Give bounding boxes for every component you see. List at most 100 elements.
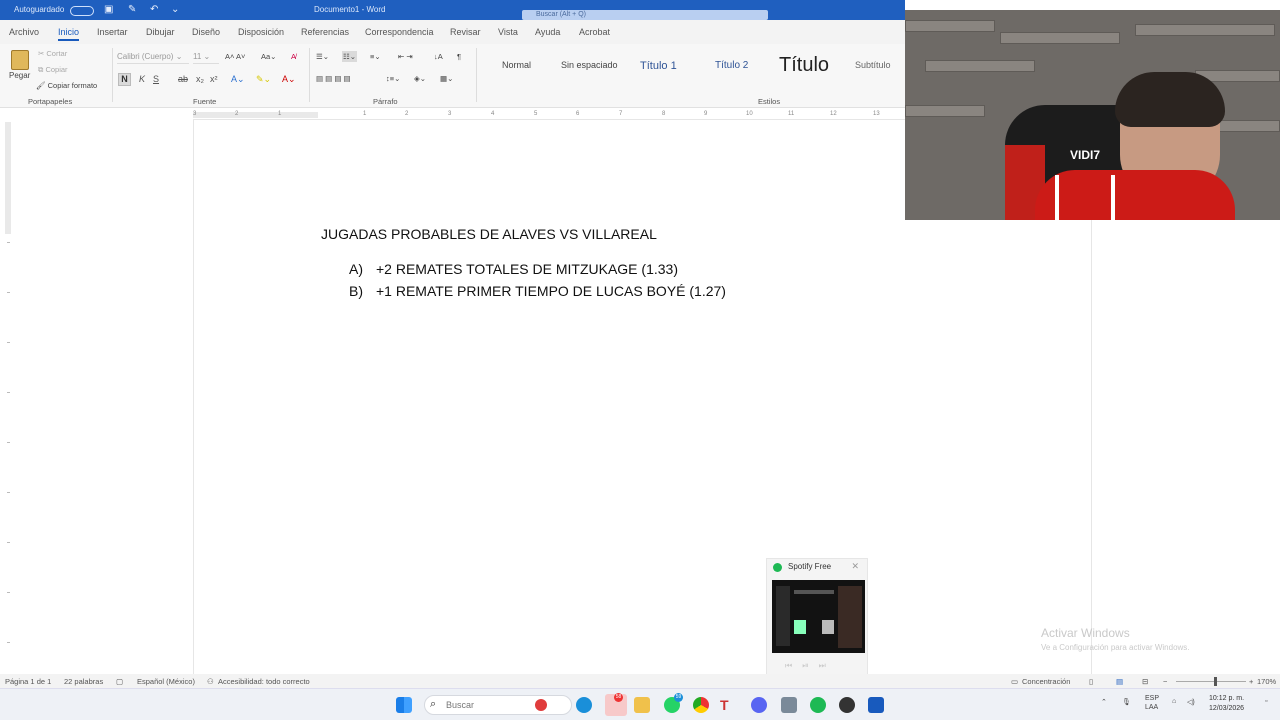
copy-button[interactable]: ⧉ Copiar	[38, 65, 68, 75]
media-controls-icon[interactable]: ⏮⏯⏭	[785, 661, 836, 671]
print-layout-icon[interactable]: ▤	[1116, 677, 1123, 686]
tab-acrobat[interactable]: Acrobat	[579, 27, 610, 37]
tab-correspondencia[interactable]: Correspondencia	[365, 27, 434, 37]
superscript-icon[interactable]: x²	[210, 74, 218, 84]
calculator-icon[interactable]	[781, 697, 797, 713]
horizontal-ruler[interactable]: 3 2 1 1 2 3 4 5 6 7 8 9 10 11 12 13	[193, 110, 905, 120]
font-color-icon[interactable]: A⌄	[282, 74, 296, 85]
italic-button[interactable]: K	[139, 74, 145, 84]
tab-archivo[interactable]: Archivo	[9, 27, 39, 37]
style-sin-espaciado[interactable]: Sin espaciado	[561, 60, 618, 70]
change-case-icon[interactable]: Aa⌄	[261, 52, 276, 61]
discord-icon[interactable]	[751, 697, 767, 713]
accessibility-icon[interactable]: ⚇	[207, 677, 214, 686]
proofing-icon[interactable]: ▢	[116, 677, 123, 686]
zoom-slider[interactable]	[1176, 681, 1246, 682]
volume-icon[interactable]: ◁)	[1187, 698, 1195, 706]
format-painter-button[interactable]: 🖌 Copiar formato	[36, 81, 97, 90]
font-size-select[interactable]: 11 ⌄	[193, 52, 219, 64]
tab-referencias[interactable]: Referencias	[301, 27, 349, 37]
zoom-level[interactable]: 170%	[1257, 677, 1276, 686]
ruler-tick: 12	[830, 111, 837, 117]
vertical-ruler[interactable]	[3, 112, 13, 672]
microphone-icon[interactable]: 🎙	[1122, 698, 1131, 706]
multilevel-list-icon[interactable]: ≡⌄	[370, 52, 381, 61]
tab-diseno[interactable]: Diseño	[192, 27, 220, 37]
tab-inicio[interactable]: Inicio	[58, 27, 80, 41]
clock[interactable]: 10:12 p. m. 12/03/2026	[1209, 694, 1244, 714]
ruler-tick: 5	[534, 111, 538, 117]
file-explorer-icon[interactable]	[634, 697, 650, 713]
chrome-icon[interactable]	[693, 697, 709, 713]
align-icons[interactable]: ▤ ▤ ▤ ▤	[316, 74, 351, 83]
language-status[interactable]: Español (México)	[137, 677, 195, 686]
edge-icon[interactable]	[576, 697, 592, 713]
network-icon[interactable]: ⌂	[1172, 698, 1176, 705]
bold-button[interactable]: N	[118, 73, 131, 86]
list-item[interactable]: A) +2 REMATES TOTALES DE MITZUKAGE (1.33)	[349, 261, 678, 277]
paste-button[interactable]: Pegar	[9, 71, 30, 80]
underline-button[interactable]: S	[153, 74, 159, 84]
taskbar-search-placeholder: Buscar	[446, 700, 475, 710]
cut-button[interactable]: ✂ Cortar	[38, 49, 67, 58]
tab-ayuda[interactable]: Ayuda	[535, 27, 560, 37]
zoom-in-icon[interactable]: +	[1249, 677, 1253, 686]
obs-icon[interactable]	[839, 697, 855, 713]
word-icon[interactable]	[868, 697, 884, 713]
highlight-icon[interactable]: ✎⌄	[256, 74, 271, 85]
clipboard-icon[interactable]	[11, 50, 29, 70]
accessibility-status[interactable]: Accesibilidad: todo correcto	[218, 677, 310, 686]
style-subtitulo[interactable]: Subtítulo	[855, 60, 891, 70]
style-titulo[interactable]: Título	[779, 54, 829, 77]
style-titulo-1[interactable]: Título 1	[640, 60, 677, 72]
pen-icon[interactable]: ✎	[128, 4, 136, 15]
start-icon[interactable]	[396, 697, 412, 713]
sort-icon[interactable]: ↓A	[434, 52, 443, 61]
spotify-preview[interactable]: Spotify Free ✕ ⏮⏯⏭	[766, 558, 868, 678]
focus-mode[interactable]: Concentración	[1022, 677, 1070, 686]
tab-vista[interactable]: Vista	[498, 27, 518, 37]
page-count[interactable]: Página 1 de 1	[5, 677, 51, 686]
tab-revisar[interactable]: Revisar	[450, 27, 481, 37]
spotify-icon[interactable]	[810, 697, 826, 713]
notification-icon[interactable]: ▫	[1265, 698, 1267, 705]
indent-icons[interactable]: ⇤ ⇥	[398, 52, 413, 61]
taskbar-search[interactable]: ⌕ Buscar	[424, 695, 572, 715]
list-item[interactable]: B) +1 REMATE PRIMER TIEMPO DE LUCAS BOYÉ …	[349, 283, 726, 299]
customize-chevron-icon[interactable]: ⌄	[171, 4, 179, 15]
tab-disposicion[interactable]: Disposición	[238, 27, 284, 37]
language-indicator[interactable]: ESP LAA	[1145, 694, 1159, 712]
tab-insertar[interactable]: Insertar	[97, 27, 128, 37]
line-spacing-icon[interactable]: ↕≡⌄	[386, 74, 400, 83]
cut-label: Cortar	[46, 49, 68, 58]
text-app-icon[interactable]: T	[720, 697, 736, 713]
word-count[interactable]: 22 palabras	[64, 677, 103, 686]
text-effects-icon[interactable]: A⌄	[231, 74, 245, 85]
autosave-toggle[interactable]	[70, 6, 94, 16]
grow-font-icon[interactable]: A˄ A˅	[225, 52, 245, 61]
numbering-icon[interactable]: ☷⌄	[342, 51, 358, 62]
tab-dibujar[interactable]: Dibujar	[146, 27, 175, 37]
pilcrow-icon[interactable]: ¶	[457, 52, 461, 61]
shading-icon[interactable]: ◈⌄	[414, 74, 426, 83]
save-icon[interactable]: ▣	[104, 4, 113, 15]
zoom-slider-thumb[interactable]	[1213, 677, 1217, 686]
clear-format-icon[interactable]: A̸	[291, 52, 296, 61]
subscript-icon[interactable]: x₂	[196, 74, 204, 84]
tray-chevron-icon[interactable]: ⌃	[1101, 698, 1107, 706]
focus-icon[interactable]: ▭	[1011, 677, 1018, 686]
read-mode-icon[interactable]: ▯	[1089, 677, 1093, 686]
close-icon[interactable]: ✕	[851, 561, 859, 572]
strikethrough-icon[interactable]: ab	[178, 74, 188, 84]
undo-icon[interactable]: ↶	[150, 4, 158, 15]
bullets-icon[interactable]: ☰⌄	[316, 52, 329, 61]
zoom-out-icon[interactable]: −	[1163, 677, 1167, 686]
web-layout-icon[interactable]: ⊟	[1142, 677, 1148, 686]
style-normal[interactable]: Normal	[502, 60, 531, 70]
borders-icon[interactable]: ▦⌄	[440, 74, 453, 83]
document-heading[interactable]: JUGADAS PROBABLES DE ALAVES VS VILLAREAL	[321, 226, 657, 242]
spotify-thumbnail[interactable]	[772, 580, 865, 653]
font-name-select[interactable]: Calibri (Cuerpo) ⌄	[117, 52, 189, 64]
style-titulo-2[interactable]: Título 2	[715, 60, 748, 71]
title-search-box[interactable]: Buscar (Alt + Q)	[522, 10, 768, 20]
